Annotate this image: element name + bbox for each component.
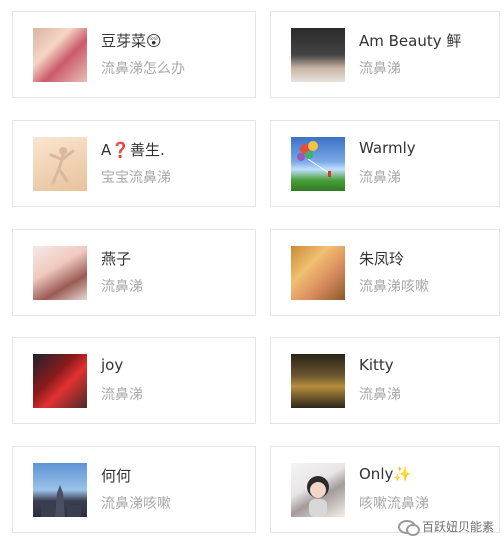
woman-photo-icon[interactable] bbox=[291, 28, 345, 82]
comment-card[interactable]: A❓善生. 宝宝流鼻涕 bbox=[12, 120, 256, 207]
comment-author: Kitty bbox=[359, 356, 394, 374]
comment-card[interactable]: Warmly 流鼻涕 bbox=[270, 120, 500, 207]
comment-text: 流鼻涕怎么办 bbox=[101, 61, 185, 77]
watermark-text: 百跃妞贝能素 bbox=[421, 520, 494, 534]
wechat-icon bbox=[397, 519, 420, 536]
comment-author: Am Beauty 鲆 bbox=[359, 32, 462, 50]
watermark: 百跃妞贝能素 bbox=[397, 518, 494, 536]
child-face bbox=[307, 476, 329, 517]
balloons bbox=[297, 141, 331, 177]
hall-interior-icon[interactable] bbox=[291, 354, 345, 408]
comment-author: joy bbox=[101, 356, 124, 374]
comment-text: 流鼻涕咳嗽 bbox=[101, 496, 171, 512]
comment-author: 何何 bbox=[101, 467, 132, 485]
comment-card[interactable]: 朱凤玲 流鼻涕咳嗽 bbox=[270, 229, 500, 316]
red-hat-icon[interactable] bbox=[33, 354, 87, 408]
comment-text: 宝宝流鼻涕 bbox=[101, 170, 171, 186]
comment-card[interactable]: Am Beauty 鲆 流鼻涕 bbox=[270, 11, 500, 98]
comment-card[interactable]: 燕子 流鼻涕 bbox=[12, 229, 256, 316]
comment-author: Only✨ bbox=[359, 465, 413, 483]
comment-text: 流鼻涕 bbox=[101, 279, 143, 295]
child-photo-icon[interactable] bbox=[291, 463, 345, 517]
girl-photo-icon[interactable] bbox=[33, 246, 87, 300]
comment-author: A❓善生. bbox=[101, 141, 165, 159]
comment-card[interactable]: 何何 流鼻涕咳嗽 bbox=[12, 446, 256, 533]
comment-text: 流鼻涕 bbox=[359, 170, 401, 186]
baby-photo-icon[interactable] bbox=[33, 28, 87, 82]
comment-text: 流鼻涕 bbox=[359, 387, 401, 403]
comment-text: 流鼻涕 bbox=[359, 61, 401, 77]
comment-author: Warmly bbox=[359, 139, 416, 157]
comment-author: 燕子 bbox=[101, 250, 132, 268]
comment-text: 流鼻涕 bbox=[101, 387, 143, 403]
comment-text: 咳嗽流鼻涕 bbox=[359, 496, 429, 512]
comment-author: 朱凤玲 bbox=[359, 250, 405, 268]
twin-babies-icon[interactable] bbox=[291, 246, 345, 300]
comment-text: 流鼻涕咳嗽 bbox=[359, 279, 429, 295]
comment-card[interactable]: 豆芽菜😲 流鼻涕怎么办 bbox=[12, 11, 256, 98]
comment-author: 豆芽菜😲 bbox=[101, 32, 162, 50]
dancer-silhouette bbox=[49, 147, 75, 185]
comment-card[interactable]: joy 流鼻涕 bbox=[12, 337, 256, 424]
tower bbox=[41, 485, 81, 517]
tower-landscape-icon[interactable] bbox=[33, 463, 87, 517]
balloons-landscape-icon[interactable] bbox=[291, 137, 345, 191]
comment-card[interactable]: Kitty 流鼻涕 bbox=[270, 337, 500, 424]
dancer-figure-icon[interactable] bbox=[33, 137, 87, 191]
